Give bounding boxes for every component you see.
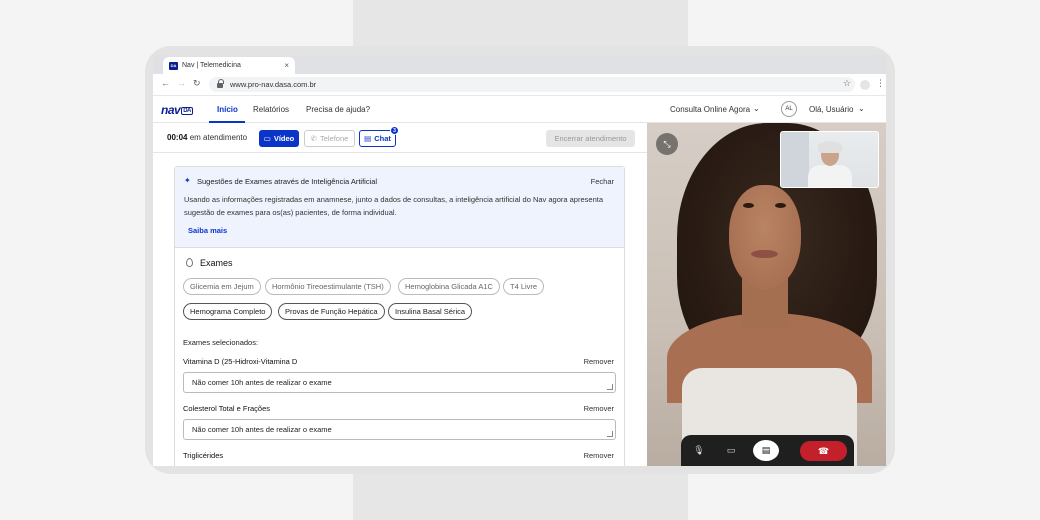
user-chevron-down-icon[interactable]: ⌄ (858, 104, 865, 113)
chevron-down-icon[interactable]: ⌄ (753, 104, 760, 113)
video-camera-icon: ▭ (263, 134, 271, 143)
chat-icon[interactable]: ▤ (753, 440, 779, 461)
avatar[interactable]: AL (781, 101, 797, 117)
camera-icon[interactable]: ▭ (719, 440, 743, 460)
selected-exam-name: Colesterol Total e Frações (183, 404, 270, 413)
ai-banner-description: Usando as informações registradas em ana… (184, 195, 603, 217)
doctor-self-view[interactable] (780, 131, 879, 188)
hangup-icon[interactable]: ☎ (800, 441, 847, 461)
url-text: www.pro-nav.dasa.com.br (230, 80, 317, 89)
chat-count-badge: 3 (390, 126, 399, 135)
ai-suggestion-banner: ✦ Sugestões de Exames através de Intelig… (175, 167, 624, 248)
favicon-icon: DA (169, 61, 178, 70)
exam-chip[interactable]: Hemoglobina Glicada A1C (398, 278, 500, 295)
browser-window: DA Nav | Telemedicina × ← → ↻ www.pro-na… (153, 55, 886, 466)
exam-chip-suggested[interactable]: Insulina Basal Sérica (388, 303, 473, 320)
exam-note-field[interactable]: Não comer 10h antes de realizar o exame (183, 372, 616, 393)
exam-chip[interactable]: T4 Livre (503, 278, 545, 295)
exam-chip[interactable]: Glicemia em Jejum (183, 278, 261, 295)
ai-banner-title: Sugestões de Exames através de Inteligên… (197, 177, 378, 186)
reload-icon[interactable]: ↻ (193, 78, 201, 89)
forward-icon[interactable]: → (177, 78, 186, 88)
exam-chip-suggested[interactable]: Hemograma Completo (183, 303, 273, 320)
video-call-panel: ⤡ 🎙︎ ▭ ▤ ☎ (647, 123, 886, 466)
url-field[interactable]: www.pro-nav.dasa.com.br ☆ (209, 77, 855, 92)
browser-tab[interactable]: DA Nav | Telemedicina × (163, 57, 295, 74)
remove-exam-button[interactable]: Remover (584, 357, 614, 366)
remove-exam-button[interactable]: Remover (584, 404, 614, 413)
tab-strip: DA Nav | Telemedicina × (153, 55, 886, 74)
microphone-icon[interactable]: 🎙︎ (687, 440, 711, 460)
lock-icon (217, 79, 224, 88)
learn-more-link[interactable]: Saiba mais (188, 226, 227, 235)
action-bar: 00:04 em atendimento ▭ Vídeo ✆ Telefone ▤ C… (153, 123, 647, 153)
video-button[interactable]: ▭ Vídeo (259, 130, 299, 147)
logo-mark-icon: DA (181, 107, 193, 115)
app-header: nav DA Início Relatórios Precisa de ajuda… (153, 96, 886, 123)
resize-handle-icon[interactable] (607, 431, 613, 437)
exam-chip-suggested[interactable]: Provas de Função Hepática (278, 303, 385, 320)
back-icon[interactable]: ← (161, 78, 170, 88)
browser-menu-icon[interactable]: ⋮ (876, 78, 885, 89)
profile-icon[interactable] (860, 80, 870, 90)
exams-card: ✦ Sugestões de Exames através de Intelig… (174, 166, 625, 466)
call-timer: 00:04 em atendimento (167, 133, 248, 142)
consultation-panel: 00:04 em atendimento ▭ Vídeo ✆ Telefone ▤ C… (153, 123, 647, 466)
consulta-online-dropdown[interactable]: Consulta Online Agora (670, 105, 750, 114)
ai-banner-close[interactable]: Fechar (591, 177, 614, 186)
selected-exam-name: Vitamina D (25-Hidroxi-Vitamina D (183, 357, 298, 366)
exams-title: Exames (200, 258, 233, 268)
selected-exam-name: Triglicérides (183, 451, 224, 460)
device-frame: DA Nav | Telemedicina × ← → ↻ www.pro-na… (145, 46, 895, 474)
sparkle-icon: ✦ (184, 176, 191, 185)
nav-link-inicio[interactable]: Início (217, 105, 238, 114)
phone-button[interactable]: ✆ Telefone (304, 130, 355, 147)
chat-button[interactable]: ▤ Chat 3 (359, 126, 399, 147)
exam-chip[interactable]: Hormônio Tireoestimulante (TSH) (265, 278, 391, 295)
resize-handle-icon[interactable] (607, 384, 613, 390)
exam-note-field[interactable]: Não comer 10h antes de realizar o exame (183, 419, 616, 440)
drop-icon (186, 258, 193, 267)
end-consultation-button[interactable]: Encerrar atendimento (546, 130, 635, 147)
nav-logo[interactable]: nav DA (161, 103, 193, 117)
remove-exam-button[interactable]: Remover (584, 451, 614, 460)
phone-icon: ✆ (310, 134, 317, 143)
user-menu[interactable]: Olá, Usuário (809, 105, 853, 114)
tab-title: Nav | Telemedicina (182, 62, 241, 69)
nav-link-ajuda[interactable]: Precisa de ajuda? (306, 105, 370, 114)
call-controls: 🎙︎ ▭ ▤ ☎ (681, 435, 854, 466)
chat-bubble-icon: ▤ (364, 134, 372, 143)
collapse-icon[interactable]: ⤡ (656, 133, 678, 155)
address-bar-row: ← → ↻ www.pro-nav.dasa.com.br ☆ ⋮ (153, 74, 886, 96)
tab-close-icon[interactable]: × (284, 61, 289, 70)
bookmark-star-icon[interactable]: ☆ (843, 78, 851, 89)
selected-exams-label: Exames selecionados: (183, 338, 259, 347)
nav-link-relatorios[interactable]: Relatórios (253, 105, 289, 114)
